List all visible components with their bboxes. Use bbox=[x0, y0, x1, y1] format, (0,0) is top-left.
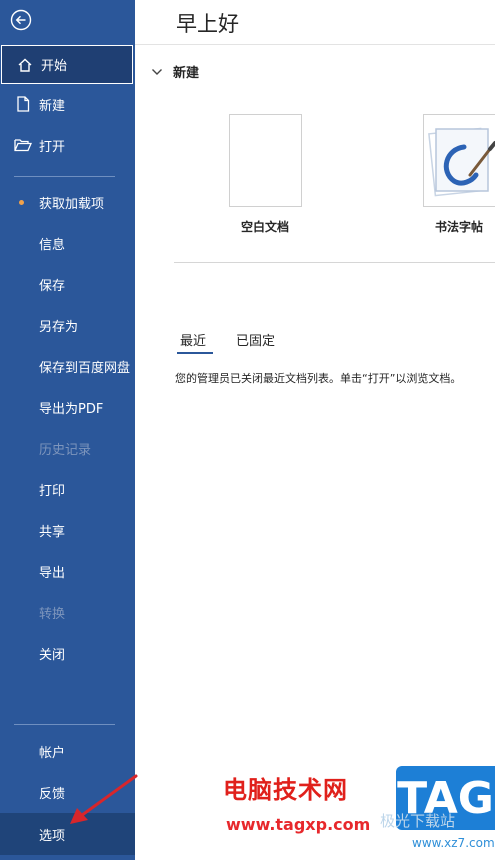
nav-label: 历史记录 bbox=[39, 442, 92, 458]
nav-convert: 转换 bbox=[0, 594, 135, 630]
nav-label: 打印 bbox=[39, 483, 66, 499]
page-title: 早上好 bbox=[176, 12, 239, 36]
red-arrow-annotation bbox=[70, 774, 138, 824]
nav-label: 导出为PDF bbox=[39, 401, 104, 417]
nav-info[interactable]: 信息 bbox=[0, 225, 135, 261]
nav-label: 另存为 bbox=[39, 319, 79, 335]
tab-recent[interactable]: 最近 bbox=[180, 330, 206, 349]
nav-label: 转换 bbox=[39, 606, 66, 622]
template-label: 书法字帖 bbox=[435, 220, 484, 234]
nav-new[interactable]: 新建 bbox=[0, 86, 135, 122]
new-section-toggle[interactable]: 新建 bbox=[151, 62, 199, 81]
watermark-xz-url: www.xz7.com bbox=[412, 836, 495, 850]
backstage-sidebar: 开始 新建 打开 获取加载项 信息 保存 另存为 保存到百度网盘 导出为PDF … bbox=[0, 0, 135, 860]
watermark-cn-text: 极光下载站 bbox=[380, 812, 456, 830]
nav-label: 保存 bbox=[39, 278, 66, 294]
tab-pinned[interactable]: 已固定 bbox=[236, 330, 275, 349]
nav-label: 保存到百度网盘 bbox=[39, 360, 131, 376]
template-blank-document[interactable] bbox=[229, 114, 302, 207]
nav-close[interactable]: 关闭 bbox=[0, 635, 135, 671]
recent-docs-notice: 您的管理员已关闭最近文档列表。单击“打开”以浏览文档。 bbox=[175, 372, 462, 385]
nav-print[interactable]: 打印 bbox=[0, 471, 135, 507]
template-calligraphy[interactable] bbox=[423, 114, 495, 207]
home-icon bbox=[16, 57, 34, 73]
nav-account[interactable]: 帐户 bbox=[0, 733, 135, 769]
folder-open-icon bbox=[14, 138, 32, 152]
nav-label: 开始 bbox=[41, 59, 68, 74]
nav-history: 历史记录 bbox=[0, 430, 135, 466]
watermark-site-name: 电脑技术网 bbox=[223, 776, 348, 804]
calligraphy-brush-icon bbox=[428, 127, 495, 197]
nav-share[interactable]: 共享 bbox=[0, 512, 135, 548]
nav-home[interactable]: 开始 bbox=[1, 45, 133, 84]
active-tab-indicator bbox=[177, 352, 213, 354]
watermark-url: www.tagxp.com bbox=[226, 815, 371, 834]
header-divider bbox=[135, 44, 495, 45]
sidebar-separator bbox=[14, 176, 115, 177]
nav-open[interactable]: 打开 bbox=[0, 127, 135, 163]
chevron-down-icon bbox=[152, 68, 162, 75]
nav-label: 共享 bbox=[39, 524, 66, 540]
nav-label: 获取加载项 bbox=[39, 196, 105, 212]
nav-get-addins[interactable]: 获取加载项 bbox=[0, 184, 135, 220]
nav-save[interactable]: 保存 bbox=[0, 266, 135, 302]
section-divider bbox=[174, 262, 495, 263]
nav-label: 关闭 bbox=[39, 647, 66, 663]
back-button[interactable] bbox=[10, 9, 32, 31]
nav-export-pdf[interactable]: 导出为PDF bbox=[0, 389, 135, 425]
nav-label: 新建 bbox=[39, 98, 66, 114]
new-section-title: 新建 bbox=[173, 66, 200, 81]
nav-label: 信息 bbox=[39, 237, 66, 253]
nav-save-as[interactable]: 另存为 bbox=[0, 307, 135, 343]
nav-label: 打开 bbox=[39, 139, 66, 155]
nav-save-to-baidu[interactable]: 保存到百度网盘 bbox=[0, 348, 135, 384]
sidebar-separator bbox=[14, 724, 115, 725]
nav-export[interactable]: 导出 bbox=[0, 553, 135, 589]
new-document-icon bbox=[14, 96, 32, 112]
back-arrow-icon bbox=[10, 9, 32, 31]
template-label: 空白文档 bbox=[241, 220, 290, 234]
nav-label: 导出 bbox=[39, 565, 66, 581]
nav-label: 帐户 bbox=[39, 745, 66, 761]
